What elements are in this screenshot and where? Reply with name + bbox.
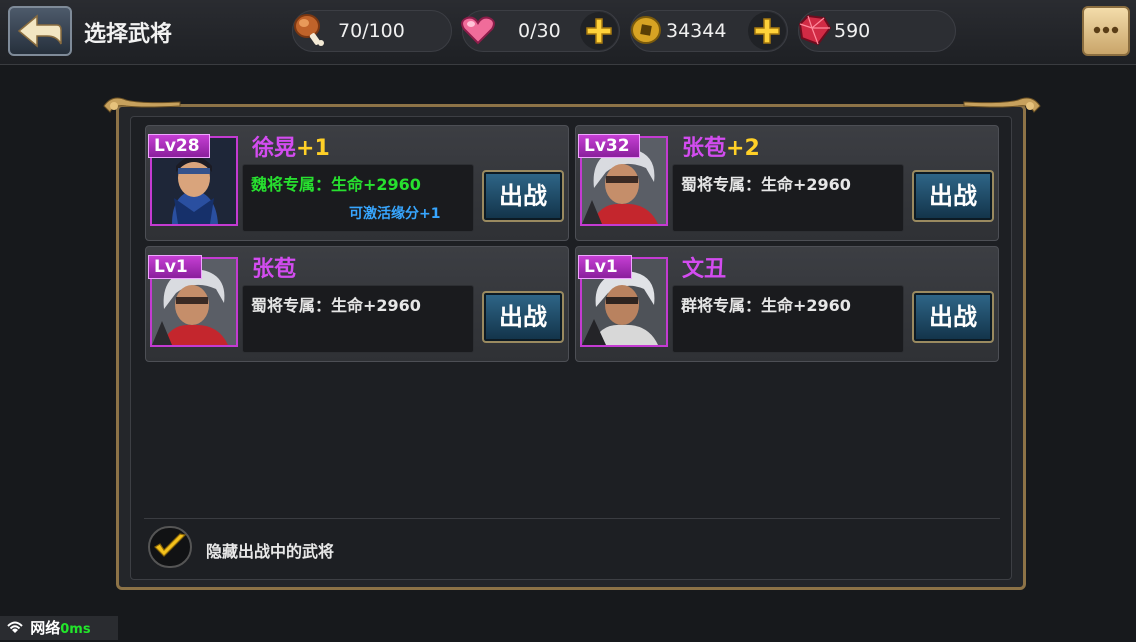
hero-name: 张苞 — [682, 136, 727, 161]
page-title: 选择武将 — [84, 22, 173, 47]
hero-card: Lv28 徐晃+1 魏将专属：生命+2960 可激活缘分+1 出战 — [145, 125, 569, 241]
divider — [144, 518, 1000, 519]
level-badge: Lv28 — [148, 134, 210, 158]
hero-name: 张苞 — [252, 257, 297, 282]
hero-name: 徐晃 — [252, 136, 297, 161]
hero-name: 文丑 — [682, 257, 727, 282]
energy-value: 0/30 — [518, 20, 561, 42]
deploy-button[interactable]: 出战 — [482, 291, 564, 343]
hero-name-label: 徐晃+1 — [252, 130, 330, 162]
level-badge: Lv1 — [578, 255, 632, 279]
ornament-left-icon — [103, 97, 181, 113]
coins-value: 34344 — [666, 20, 727, 42]
hide-deployed-checkbox[interactable] — [148, 526, 192, 568]
back-arrow-icon — [17, 14, 62, 48]
hero-card: Lv1 文丑 群将专属：生命+2960 出战 — [575, 246, 999, 362]
network-label: 网络 — [30, 619, 61, 637]
network-latency: 0ms — [60, 622, 91, 637]
checkmark-icon — [154, 533, 187, 557]
top-bar: 选择武将 70/100 0/30 34344 590 — [0, 0, 1136, 65]
faction-bonus-text: 蜀将专属：生命+2960 — [251, 296, 421, 315]
level-badge: Lv32 — [578, 134, 640, 158]
deploy-button[interactable]: 出战 — [912, 170, 994, 222]
add-coins-button[interactable] — [748, 12, 786, 50]
faction-bonus-text: 魏将专属：生命+2960 — [251, 175, 421, 194]
meat-icon — [290, 10, 330, 50]
hero-info-box: 群将专属：生命+2960 — [672, 285, 904, 353]
faction-bonus-text: 群将专属：生命+2960 — [681, 296, 851, 315]
hero-name-label: 张苞+2 — [682, 130, 760, 162]
chat-bubble-icon — [1093, 26, 1119, 34]
hero-card: Lv32 张苞+2 蜀将专属：生命+2960 出战 — [575, 125, 999, 241]
coin-icon — [626, 10, 666, 50]
gems-value: 590 — [834, 20, 871, 42]
back-button[interactable] — [8, 6, 72, 56]
chat-button[interactable] — [1082, 6, 1130, 56]
ornament-right-icon — [963, 97, 1041, 113]
plus-icon — [586, 18, 612, 44]
hero-name-label: 张苞 — [252, 251, 296, 283]
stamina-value: 70/100 — [338, 20, 405, 42]
hero-plus-level: +2 — [726, 136, 760, 161]
hide-deployed-label: 隐藏出战中的武将 — [206, 542, 335, 561]
gem-icon — [794, 10, 834, 50]
heart-icon — [458, 10, 498, 50]
network-status: 网络0ms — [0, 616, 118, 640]
hero-name-label: 文丑 — [682, 251, 726, 283]
deploy-button[interactable]: 出战 — [912, 291, 994, 343]
hero-plus-level: +1 — [296, 136, 330, 161]
deploy-button[interactable]: 出战 — [482, 170, 564, 222]
hero-info-box: 魏将专属：生命+2960 可激活缘分+1 — [242, 164, 474, 232]
hero-info-box: 蜀将专属：生命+2960 — [672, 164, 904, 232]
plus-icon — [754, 18, 780, 44]
level-badge: Lv1 — [148, 255, 202, 279]
add-energy-button[interactable] — [580, 12, 618, 50]
faction-bonus-text: 蜀将专属：生命+2960 — [681, 175, 851, 194]
fate-activation-text: 可激活缘分+1 — [349, 206, 441, 222]
hero-card: Lv1 张苞 蜀将专属：生命+2960 出战 — [145, 246, 569, 362]
wifi-icon — [7, 621, 23, 633]
hero-info-box: 蜀将专属：生命+2960 — [242, 285, 474, 353]
